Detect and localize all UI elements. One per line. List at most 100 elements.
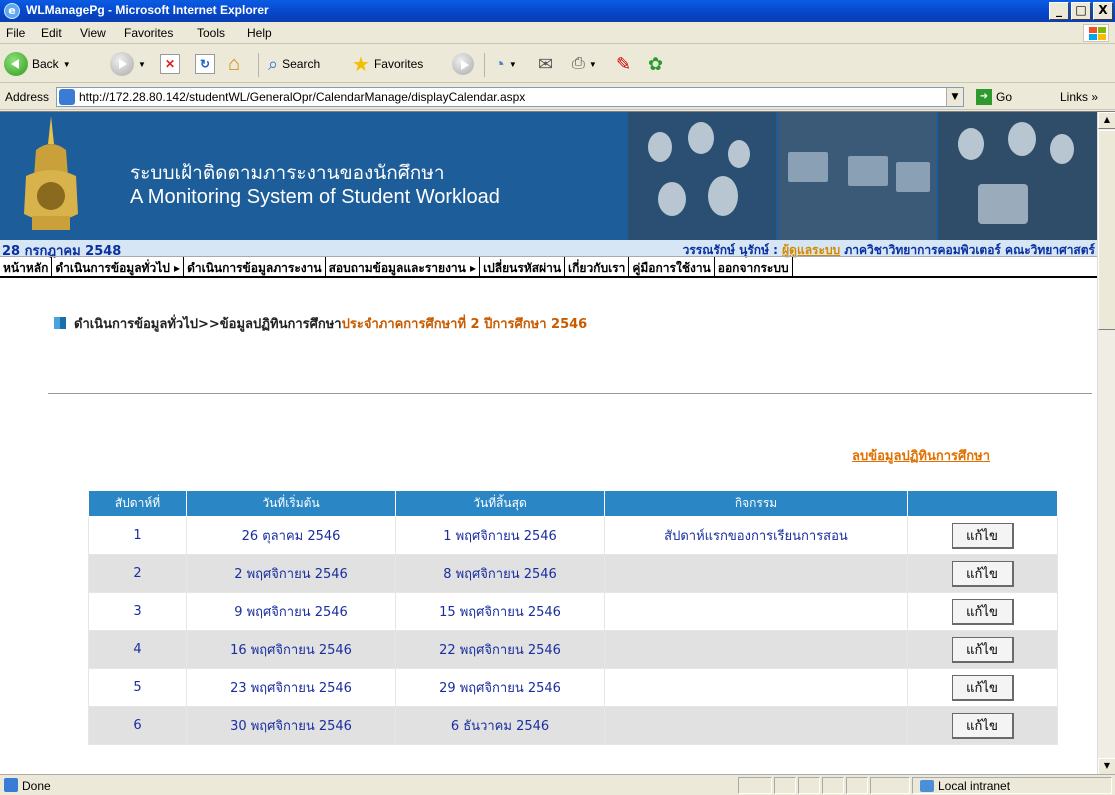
table-row: 5 23 พฤศจิกายน 2546 29 พฤศจิกายน 2546 แก… [88,668,1058,707]
search-label: Search [282,57,321,71]
toolbar-separator [484,53,485,77]
status-pane [798,777,820,794]
delete-calendar-link[interactable]: ลบข้อมูลปฏิทินการศึกษา [852,445,990,466]
header-end-date: วันที่สิ้นสุด [395,490,605,517]
breadcrumb-path: ดำเนินการข้อมูลทั่วไป>>ข้อมูลปฏิทินการศึ… [74,317,342,332]
menu-help[interactable]: Help [247,26,272,40]
favorites-button[interactable]: ★ Favorites [352,51,423,77]
breadcrumb-semester: ประจำภาคการศึกษาที่ 2 ปีการศึกษา 2546 [341,317,588,332]
back-button[interactable]: Back ▼ [4,51,71,77]
address-url: http://172.28.80.142/studentWL/GeneralOp… [79,90,526,104]
status-pane [846,777,868,794]
info-bar: 28 กรกฎาคม 2548 วรรณรักษ์ นุรักษ์ : ผู้ด… [0,240,1097,259]
back-arrow-icon [4,52,28,76]
menu-file[interactable]: File [6,26,25,40]
nav-change-password[interactable]: เปลี่ยนรหัสผ่าน [480,257,566,276]
cell-start-date: 16 พฤศจิกายน 2546 [186,630,396,669]
go-arrow-icon: ➜ [976,89,992,105]
cell-action: แก้ไข [907,554,1058,593]
nav-query-report[interactable]: สอบถามข้อมูลและรายงาน ▸ [326,257,481,276]
favorites-label: Favorites [373,57,424,71]
cell-week: 5 [88,668,187,707]
page-status-icon [4,778,18,792]
banner-thai-title: ระบบเฝ้าติดตามภาระงานของนักศึกษา [130,162,445,184]
stop-button[interactable]: ✕ [160,51,180,77]
cell-activity [604,668,908,707]
star-icon: ★ [352,53,370,76]
menu-edit[interactable]: Edit [41,26,62,40]
status-pane [870,777,910,794]
mail-button[interactable]: ✉ [538,51,553,77]
scroll-thumb[interactable] [1098,130,1115,330]
mail-icon: ✉ [538,53,554,74]
search-button[interactable]: ⌕ Search [268,51,320,77]
scroll-up-icon[interactable]: ▲ [1098,112,1115,129]
user-department: ภาควิชาวิทยาการคอมพิวเตอร์ คณะวิทยาศาสตร… [840,243,1095,257]
home-icon: ⌂ [228,52,241,75]
print-icon: ⎙ [572,55,585,72]
forward-arrow-icon [110,52,134,76]
menu-bar: File Edit View Favorites Tools Help [0,22,1115,44]
home-button[interactable]: ⌂ [228,51,240,77]
edit-button[interactable]: แก้ไข [951,560,1014,587]
go-button[interactable]: ➜ Go [976,89,1012,105]
vertical-scrollbar[interactable]: ▲ ▼ [1097,112,1115,774]
nav-manual[interactable]: คู่มือการใช้งาน [629,257,715,276]
media-button[interactable] [452,51,474,77]
table-row: 1 26 ตุลาคม 2546 1 พฤศจิกายน 2546 สัปดาห… [88,516,1058,555]
messenger-button[interactable]: ✿ [648,51,663,77]
security-zone: Local intranet [920,779,1010,793]
minimize-button[interactable]: _ [1049,2,1069,20]
cell-week: 1 [88,516,187,555]
scroll-down-icon[interactable]: ▼ [1098,758,1115,774]
section-icon [54,317,66,329]
nav-home[interactable]: หน้าหลัก [0,257,53,276]
cell-start-date: 9 พฤศจิกายน 2546 [186,592,396,631]
edit-page-button[interactable]: ✎ [616,51,631,77]
nav-general-data[interactable]: ดำเนินการข้อมูลทั่วไป ▸ [52,257,185,276]
nav-logout[interactable]: ออกจากระบบ [715,257,793,276]
banner-photo [938,112,1097,240]
cell-start-date: 23 พฤศจิกายน 2546 [186,668,396,707]
links-button[interactable]: Links » [1060,90,1098,104]
address-dropdown-icon[interactable]: ▼ [946,88,963,106]
cell-activity [604,554,908,593]
edit-button[interactable]: แก้ไข [951,674,1014,701]
nav-workload-data[interactable]: ดำเนินการข้อมูลภาระงาน [184,257,326,276]
address-input[interactable]: http://172.28.80.142/studentWL/GeneralOp… [56,87,964,107]
status-bar: Done Local intranet [0,774,1115,795]
refresh-button[interactable]: ↻ [195,51,215,77]
edit-button[interactable]: แก้ไข [951,522,1014,549]
media-icon [452,53,474,75]
forward-button[interactable]: ▼ [110,51,146,77]
history-button[interactable]: ◔ ▼ [494,51,517,77]
nav-about[interactable]: เกี่ยวกับเรา [565,257,630,276]
banner-english-title: A Monitoring System of Student Workload [130,186,500,208]
print-button[interactable]: ⎙ ▼ [572,51,597,77]
cell-activity: สัปดาห์แรกของการเรียนการสอน [604,516,908,555]
edit-button[interactable]: แก้ไข [951,636,1014,663]
table-row: 3 9 พฤศจิกายน 2546 15 พฤศจิกายน 2546 แก้… [88,592,1058,631]
toolbar: Back ▼ ▼ ✕ ↻ ⌂ ⌕ Search ★ Favorites ◔ ▼ … [0,45,1115,83]
edit-button[interactable]: แก้ไข [951,712,1014,739]
cell-end-date: 1 พฤศจิกายน 2546 [395,516,605,555]
edit-button[interactable]: แก้ไข [951,598,1014,625]
cell-week: 3 [88,592,187,631]
divider [48,393,1092,394]
user-role-link[interactable]: ผู้ดูแลระบบ [782,243,840,257]
cell-week: 4 [88,630,187,669]
cell-activity [604,630,908,669]
table-header-row: สัปดาห์ที่ วันที่เริ่มต้น วันที่สิ้นสุด … [88,490,1058,517]
page-icon [59,89,75,105]
ie-logo-icon: e [4,3,20,19]
cell-action: แก้ไข [907,668,1058,707]
window-titlebar: e WLManagePg - Microsoft Internet Explor… [0,0,1115,22]
maximize-button[interactable]: □ [1071,2,1091,20]
cell-end-date: 15 พฤศจิกายน 2546 [395,592,605,631]
close-button[interactable]: X [1093,2,1113,20]
menu-view[interactable]: View [80,26,106,40]
menu-favorites[interactable]: Favorites [124,26,173,40]
user-name: วรรณรักษ์ นุรักษ์ [682,243,769,257]
window-title: WLManagePg - Microsoft Internet Explorer [26,3,269,17]
menu-tools[interactable]: Tools [197,26,225,40]
